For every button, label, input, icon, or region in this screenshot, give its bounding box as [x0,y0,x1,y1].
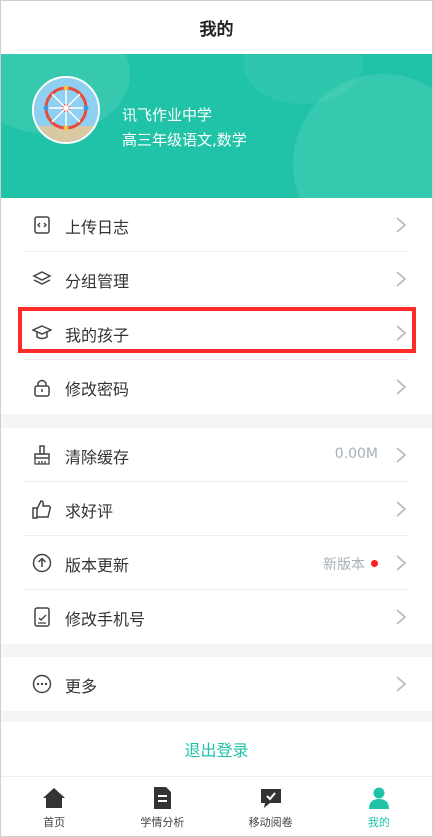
logout-button[interactable]: 退出登录 [0,722,433,776]
change-password-label: 修改密码 [65,380,130,399]
grade-subjects: 高三年级语文,数学 [122,131,247,149]
broom-icon [34,445,50,465]
person-icon [368,787,389,809]
upload-log-row[interactable]: 上传日志 [0,198,433,252]
cache-size: 0.00M [334,446,378,462]
clear-cache-label: 清除缓存 [65,448,130,467]
logout-label: 退出登录 [184,741,249,760]
tab-marking-label: 移动阅卷 [248,816,293,829]
chevron-right-icon [396,217,407,233]
page-title: 我的 [199,19,234,40]
tab-marking[interactable]: 移动阅卷 [217,777,325,837]
change-phone-row[interactable]: 修改手机号 [0,590,433,644]
version-update-label: 版本更新 [65,556,130,575]
more-row[interactable]: 更多 [0,657,433,711]
settings-group-2: 清除缓存 0.00M 求好评 版本更新 新版本 修改手机号 [0,428,433,644]
upload-log-label: 上传日志 [65,218,130,237]
chevron-right-icon [396,325,407,341]
tab-home-label: 首页 [43,816,66,829]
tab-mine-label: 我的 [367,816,390,829]
chevron-right-icon [396,379,407,395]
thumbs-up-icon [32,500,52,519]
chevron-right-icon [396,676,407,692]
arrow-up-circle-icon [32,553,52,573]
rate-app-row[interactable]: 求好评 [0,482,433,536]
my-children-row[interactable]: 我的孩子 [0,306,433,360]
chevron-right-icon [396,609,407,625]
chevron-right-icon [396,555,407,571]
more-label: 更多 [65,677,98,696]
new-version-badge: 新版本 [323,554,378,574]
change-password-row[interactable]: 修改密码 [0,360,433,414]
my-children-label: 我的孩子 [65,326,130,345]
group-management-row[interactable]: 分组管理 [0,252,433,306]
rate-app-label: 求好评 [65,502,114,521]
profile-header: 讯飞作业中学 高三年级语文,数学 [0,54,433,198]
tab-home[interactable]: 首页 [0,777,108,837]
settings-group-3: 更多 [0,657,433,711]
avatar[interactable] [32,76,100,144]
bottom-tab-bar: 首页 学情分析 移动阅卷 我的 [0,776,433,837]
chevron-right-icon [396,447,407,463]
tab-mine[interactable]: 我的 [325,777,433,837]
more-circle-icon [32,674,52,694]
new-version-text: 新版本 [323,557,365,573]
top-bar: 我的 [0,0,433,54]
red-dot-icon [371,559,378,567]
tab-analysis-label: 学情分析 [140,816,185,829]
clear-cache-row[interactable]: 清除缓存 0.00M [0,428,433,482]
document-icon [154,787,172,809]
upload-log-icon [34,216,50,234]
phone-edit-icon [34,607,50,627]
home-icon [43,788,66,808]
chevron-right-icon [396,271,407,287]
layers-icon [32,271,52,285]
version-update-row[interactable]: 版本更新 新版本 [0,536,433,590]
lock-icon [34,379,50,397]
group-management-label: 分组管理 [65,272,130,291]
school-name: 讯飞作业中学 [122,106,213,124]
chat-marking-icon [260,789,281,808]
chevron-right-icon [396,501,407,517]
settings-group-1: 上传日志 分组管理 我的孩子 修改密码 [0,198,433,414]
tab-analysis[interactable]: 学情分析 [108,777,216,837]
graduation-cap-icon [32,325,52,340]
change-phone-label: 修改手机号 [65,610,146,629]
